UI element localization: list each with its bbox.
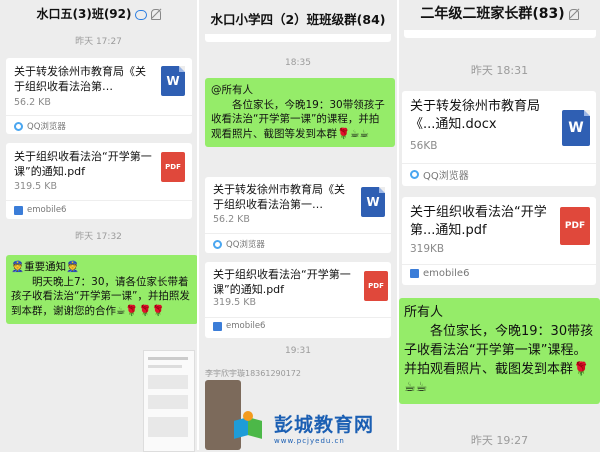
chat-bubble-icon — [134, 9, 147, 20]
chat-panel-3: 二年级二班家长群(83) 昨天 18:31 关于转发徐州市教育局《...通知.d… — [399, 0, 600, 450]
qq-browser-icon — [213, 239, 222, 249]
chat-title: 水口小学四（2）班班级群(84) — [210, 12, 386, 27]
word-file-icon: W — [161, 66, 185, 96]
thumbnail-card — [148, 417, 188, 437]
file-source: emobile6 — [213, 321, 265, 331]
image-thumbnail[interactable] — [143, 350, 195, 452]
chat-header-2: 水口小学四（2）班班级群(84) — [199, 6, 397, 34]
file-title: 关于转发徐州市教育局《关于组织收看法治第… — [14, 65, 146, 93]
chat-panel-2: 水口小学四（2）班班级群(84) 18:35 @所有人 各位家长，今晚19：30… — [199, 0, 397, 450]
emobile-icon — [410, 269, 419, 278]
chat-title: 水口五(3)班(92) — [36, 7, 132, 21]
file-title: 关于转发徐州市教育局《...通知.docx — [410, 99, 541, 132]
file-title: 关于转发徐州市教育局《关于组织收看法治第一… — [213, 183, 345, 211]
file-size: 56.2 KB — [213, 214, 250, 225]
sender-name: 李宇欣宇璇18361290172 — [205, 369, 301, 378]
message-line: 各位家长，今晚19：30带领孩子收看法治“开学第一课”的课程，并拍观看照片、截图… — [211, 98, 385, 141]
thumbnail-card — [148, 375, 188, 389]
thumbnail-line — [148, 357, 188, 360]
site-watermark: 彭城教育网 www.pcjyedu.cn — [234, 404, 444, 450]
file-title: 关于组织收看法治“开学第...通知.pdf — [410, 205, 547, 238]
mute-icon — [568, 8, 579, 20]
file-message-pdf[interactable]: 关于组织收看法治“开学第一课”的通知.pdf 319.5 KB PDF emob… — [205, 262, 391, 338]
timestamp: 昨天 17:27 — [75, 37, 122, 47]
file-size: 56KB — [410, 140, 438, 152]
watermark-url: www.pcjyedu.cn — [274, 436, 345, 445]
emobile-icon — [213, 321, 222, 331]
file-message-docx[interactable]: 关于转发徐州市教育局《关于组织收看法治第一… 56.2 KB W QQ浏览器 — [205, 177, 391, 253]
watermark-name: 彭城教育网 — [274, 413, 375, 436]
text-message[interactable]: 所有人 各位家长，今晚19：30带孩子收看法治“开学第一课”课程。并拍观看照片、… — [399, 298, 600, 405]
message-line: 所有人 — [404, 305, 444, 320]
word-file-icon: W — [562, 110, 590, 146]
thumbnail-card — [148, 395, 188, 409]
timestamp: 19:31 — [285, 346, 311, 356]
file-source: QQ浏览器 — [14, 120, 66, 132]
site-logo-icon — [234, 411, 268, 443]
file-source: QQ浏览器 — [213, 238, 265, 250]
message-line: 明天晚上7：30，请各位家长带着孩子收看法治“开学第一课”，并拍照发到本群，谢谢… — [11, 275, 190, 318]
chat-header-3: 二年级二班家长群(83) — [399, 0, 600, 28]
file-size: 319.5 KB — [213, 297, 256, 308]
timestamp: 昨天 17:32 — [75, 232, 122, 242]
mute-icon — [150, 9, 161, 20]
text-message[interactable]: @所有人 各位家长，今晚19：30带领孩子收看法治“开学第一课”的课程，并拍观看… — [205, 78, 395, 147]
file-message-docx[interactable]: 关于转发徐州市教育局《...通知.docx 56KB W QQ浏览器 — [402, 91, 596, 186]
timestamp: 18:35 — [285, 58, 311, 68]
file-title: 关于组织收看法治“开学第一课”的通知.pdf — [14, 150, 152, 178]
file-message-pdf[interactable]: 关于组织收看法治“开学第一课”的通知.pdf 319.5 KB PDF emob… — [6, 143, 192, 219]
divider — [205, 233, 391, 234]
pdf-file-icon: PDF — [161, 152, 185, 182]
file-size: 56.2 KB — [14, 97, 51, 108]
qq-browser-icon — [14, 121, 23, 131]
timestamp: 昨天 18:31 — [470, 64, 529, 77]
file-size: 319.5 KB — [14, 181, 57, 192]
divider — [6, 200, 192, 201]
file-source: emobile6 — [410, 268, 469, 279]
pdf-file-icon: PDF — [364, 271, 388, 301]
divider — [402, 163, 596, 164]
divider — [6, 115, 192, 116]
divider — [402, 264, 596, 265]
file-source: emobile6 — [14, 205, 66, 215]
previous-message-edge — [205, 34, 391, 42]
message-line: @所有人 — [211, 84, 253, 96]
chat-title: 二年级二班家长群(83) — [420, 6, 565, 22]
file-title: 关于组织收看法治“开学第一课”的通知.pdf — [213, 268, 351, 296]
word-file-icon: W — [361, 187, 385, 217]
file-message-docx[interactable]: 关于转发徐州市教育局《关于组织收看法治第… 56.2 KB W QQ浏览器 — [6, 58, 192, 134]
chat-header-1: 水口五(3)班(92) — [0, 0, 197, 28]
file-size: 319KB — [410, 243, 445, 255]
pdf-file-icon: PDF — [560, 207, 590, 245]
qq-browser-icon — [410, 170, 419, 179]
message-line: 各位家长，今晚19：30带孩子收看法治“开学第一课”课程。并拍观看照片、截图发到… — [404, 323, 594, 396]
thumbnail-line — [148, 365, 182, 368]
previous-message-edge — [404, 30, 596, 38]
text-message[interactable]: 👮重要通知👮 明天晚上7：30，请各位家长带着孩子收看法治“开学第一课”，并拍照… — [6, 255, 197, 324]
file-message-pdf[interactable]: 关于组织收看法治“开学第...通知.pdf 319KB PDF emobile6 — [402, 197, 596, 285]
file-source: QQ浏览器 — [410, 167, 469, 182]
divider — [205, 317, 391, 318]
emobile-icon — [14, 205, 23, 215]
message-line: 👮重要通知👮 — [11, 261, 80, 273]
